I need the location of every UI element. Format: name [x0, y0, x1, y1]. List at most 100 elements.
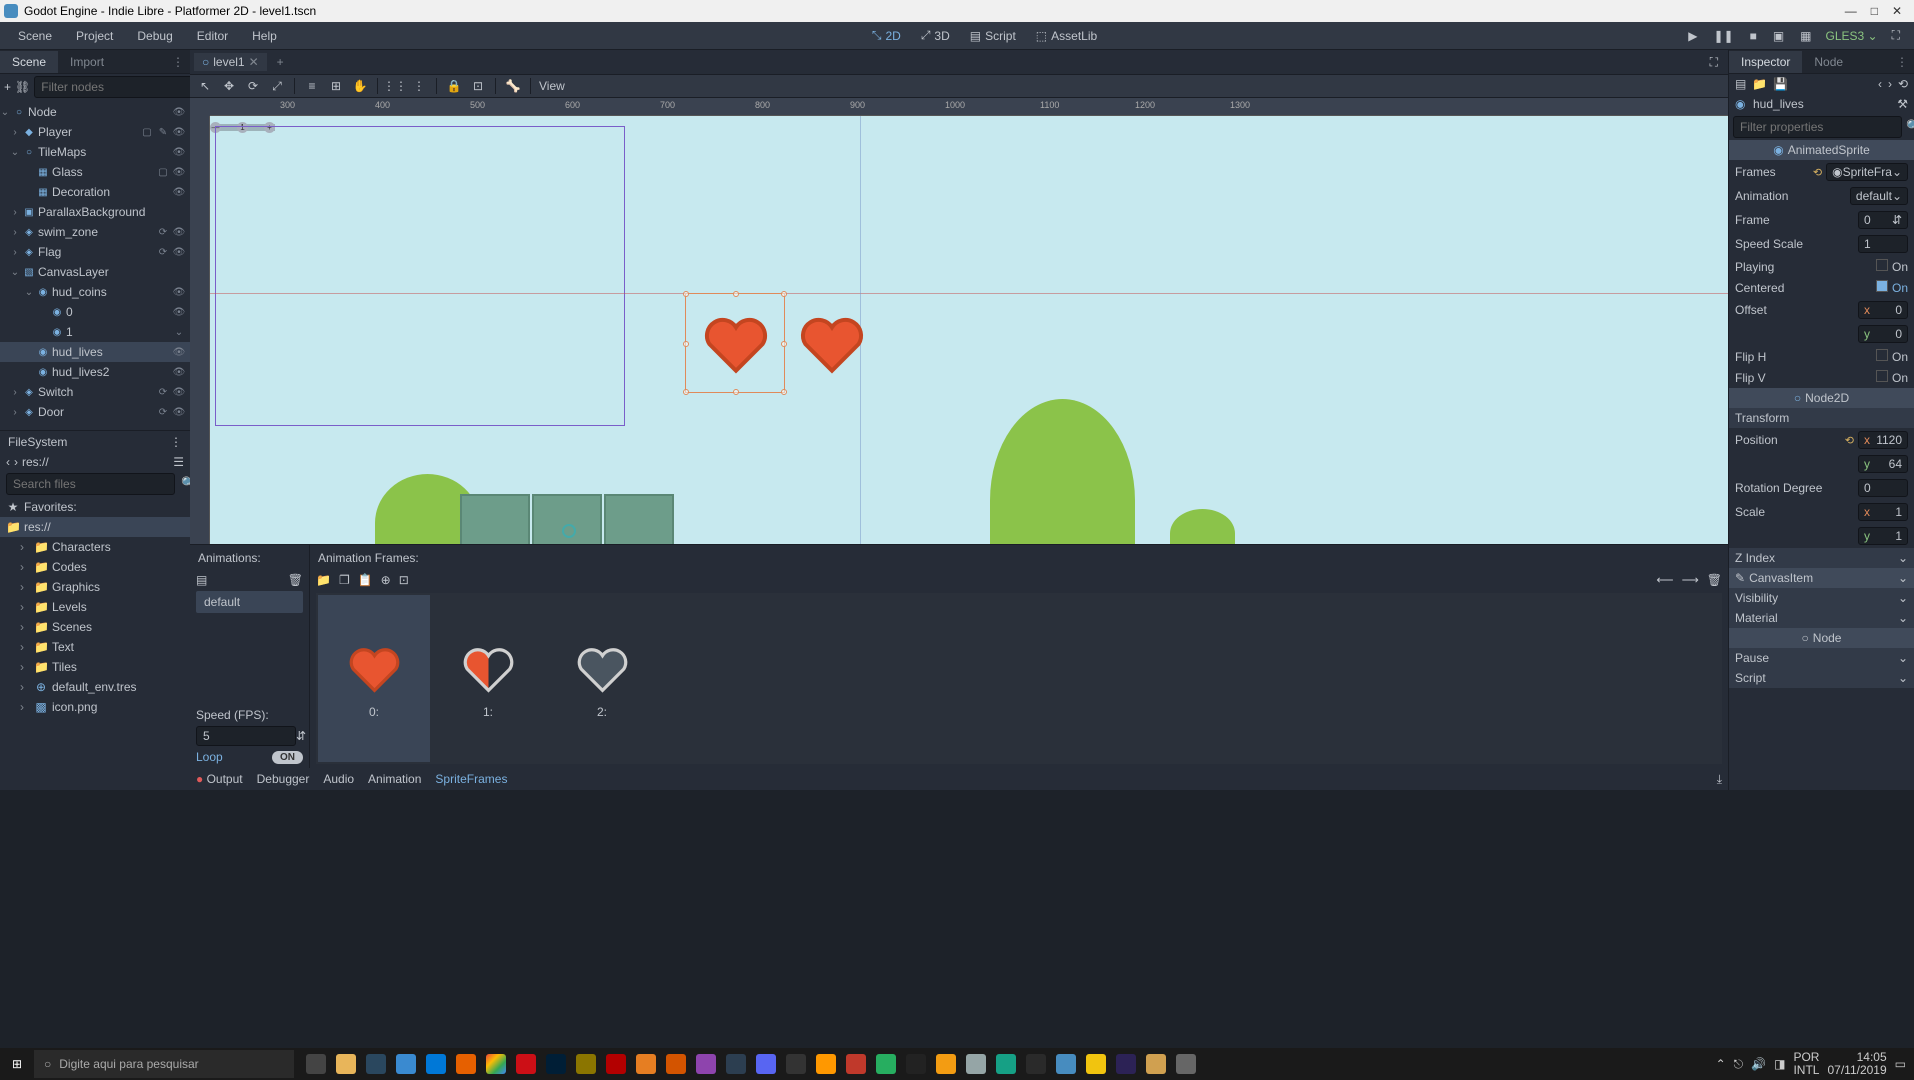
stop-button[interactable]: ■ [1744, 27, 1763, 45]
scale-x-input[interactable]: x1 [1858, 503, 1908, 521]
app-generic2[interactable] [662, 1050, 690, 1078]
app-generic9[interactable] [962, 1050, 990, 1078]
subsection-script[interactable]: Script ⌄ [1729, 668, 1914, 688]
frames-dropdown[interactable]: ◉ SpriteFra ⌄ [1826, 163, 1908, 181]
tree-row[interactable]: ⌄○TileMaps👁 [0, 142, 190, 162]
app-eclipse[interactable] [1112, 1050, 1140, 1078]
flipv-checkbox[interactable]: On [1876, 370, 1908, 385]
tree-row[interactable]: ›◆Player▢✎👁 [0, 122, 190, 142]
empty-icon[interactable]: ⊡ [399, 573, 409, 587]
app-steam[interactable] [362, 1050, 390, 1078]
filter-nodes-input[interactable] [34, 76, 203, 98]
app-ie[interactable] [392, 1050, 420, 1078]
tray-lang[interactable]: PORINTL [1793, 1051, 1819, 1077]
app-filezilla[interactable] [602, 1050, 630, 1078]
subsection-zindex[interactable]: Z Index ⌄ [1729, 548, 1914, 568]
app-chrome[interactable] [482, 1050, 510, 1078]
playing-checkbox[interactable]: On [1876, 259, 1908, 274]
frames-grid[interactable]: 0: 1: 2: [316, 593, 1722, 764]
fs-row[interactable]: ›📁Levels [0, 597, 190, 617]
nav-back-button[interactable]: ‹ [6, 455, 10, 469]
fs-row[interactable]: 📁res:// [0, 517, 190, 537]
view-menu[interactable]: View [539, 79, 565, 93]
lock-icon[interactable]: 🔒 [445, 77, 463, 95]
taskbar[interactable]: ⊞ ○ Digite aqui para pesquisar [0, 1048, 1914, 1080]
delete-frame-icon[interactable]: 🗑 [1707, 573, 1722, 587]
snap-tool-icon[interactable]: ⋮⋮ [386, 77, 404, 95]
mode-2d[interactable]: ⤡ 2D [864, 26, 909, 45]
stepper-icon[interactable]: ⇵ [296, 729, 306, 743]
paste-icon[interactable]: 📋 [358, 573, 373, 587]
dock-more-icon[interactable]: ⋮ [1890, 55, 1914, 69]
taskview-icon[interactable] [302, 1050, 330, 1078]
tree-row[interactable]: ◉1⌄ [0, 322, 190, 342]
section-canvasitem[interactable]: ✎ CanvasItem ⌄ [1729, 568, 1914, 588]
filter-properties-input[interactable] [1733, 116, 1902, 138]
tab-audio[interactable]: Audio [323, 772, 354, 786]
menu-editor[interactable]: Editor [187, 25, 238, 47]
app-firefox[interactable] [452, 1050, 480, 1078]
list-tool-icon[interactable]: ≡ [303, 77, 321, 95]
reset-icon[interactable]: ⟲ [1813, 166, 1822, 179]
minimize-button[interactable]: — [1845, 4, 1857, 18]
bone-icon[interactable]: 🦴 [504, 77, 522, 95]
move-left-icon[interactable]: ⟵ [1656, 573, 1673, 587]
renderer-dropdown[interactable]: GLES3 ⌄ [1822, 29, 1882, 43]
subsection-material[interactable]: Material ⌄ [1729, 608, 1914, 628]
play-custom-button[interactable]: ▦ [1794, 27, 1817, 45]
nav-fwd-button[interactable]: › [14, 455, 18, 469]
frame-1[interactable]: 1: [432, 595, 544, 762]
tab-debugger[interactable]: Debugger [257, 772, 310, 786]
frame-input[interactable]: 0 ⇵ [1858, 211, 1908, 229]
tree-row[interactable]: ›◈swim_zone⟳👁 [0, 222, 190, 242]
move-tool-icon[interactable]: ✥ [220, 77, 238, 95]
position-y-input[interactable]: y64 [1858, 455, 1908, 473]
fs-row[interactable]: ›📁Scenes [0, 617, 190, 637]
tree-row[interactable]: ›◈Door⟳👁 [0, 402, 190, 422]
move-right-icon[interactable]: ⟶ [1682, 573, 1699, 587]
menu-scene[interactable]: Scene [8, 25, 62, 47]
tab-spriteframes[interactable]: SpriteFrames [435, 772, 507, 786]
history-icon[interactable]: ⟲ [1898, 77, 1908, 91]
tree-row[interactable]: ⌄▧CanvasLayer [0, 262, 190, 282]
tab-import[interactable]: Import [58, 51, 116, 73]
pan-tool-icon[interactable]: ✋ [351, 77, 369, 95]
save-resource-icon[interactable]: 💾 [1773, 77, 1788, 91]
tray-battery-icon[interactable]: ◨ [1774, 1057, 1785, 1071]
tab-animation[interactable]: Animation [368, 772, 421, 786]
instance-button[interactable]: ⛓ [15, 78, 30, 96]
mode-script[interactable]: ▤ Script [962, 27, 1024, 45]
open-folder-icon[interactable]: 📁 [316, 573, 331, 587]
app-generic11[interactable] [1142, 1050, 1170, 1078]
history-back-icon[interactable]: ‹ [1878, 77, 1882, 91]
path-label[interactable]: res:// [22, 455, 169, 469]
grid-view-icon[interactable]: ☰ [173, 455, 184, 469]
app-explorer[interactable] [332, 1050, 360, 1078]
animation-item-default[interactable]: default [196, 591, 303, 613]
offset-x-input[interactable]: x0 [1858, 301, 1908, 319]
app-godot[interactable] [1052, 1050, 1080, 1078]
app-generic6[interactable] [842, 1050, 870, 1078]
scale-tool-icon[interactable]: ⤢ [268, 77, 286, 95]
node-tools-icon[interactable]: ⚒ [1897, 97, 1908, 111]
app-fireworks[interactable] [572, 1050, 600, 1078]
tab-inspector[interactable]: Inspector [1729, 51, 1802, 73]
tab-output[interactable]: ● Output [196, 772, 243, 786]
tree-row[interactable]: ◉hud_lives👁 [0, 342, 190, 362]
fs-row[interactable]: ›▩icon.png [0, 697, 190, 717]
pause-button[interactable]: ❚❚ [1707, 27, 1739, 45]
tree-row[interactable]: ◉0👁 [0, 302, 190, 322]
new-anim-icon[interactable]: ▤ [196, 573, 207, 587]
tree-row[interactable]: ⌄○Node👁 [0, 102, 190, 122]
group-icon[interactable]: ⊡ [469, 77, 487, 95]
tab-scene[interactable]: Scene [0, 51, 58, 73]
app-generic12[interactable] [1172, 1050, 1200, 1078]
ruler-tool-icon[interactable]: ⊞ [327, 77, 345, 95]
app-photoshop[interactable] [542, 1050, 570, 1078]
snap-opts-icon[interactable]: ⋮ [410, 77, 428, 95]
mode-assetlib[interactable]: ⬚ AssetLib [1028, 27, 1105, 45]
subsection-visibility[interactable]: Visibility ⌄ [1729, 588, 1914, 608]
distraction-free-icon[interactable]: ⛶ [1704, 55, 1724, 70]
tree-row[interactable]: ›▣ParallaxBackground [0, 202, 190, 222]
fs-row[interactable]: ›⊕default_env.tres [0, 677, 190, 697]
